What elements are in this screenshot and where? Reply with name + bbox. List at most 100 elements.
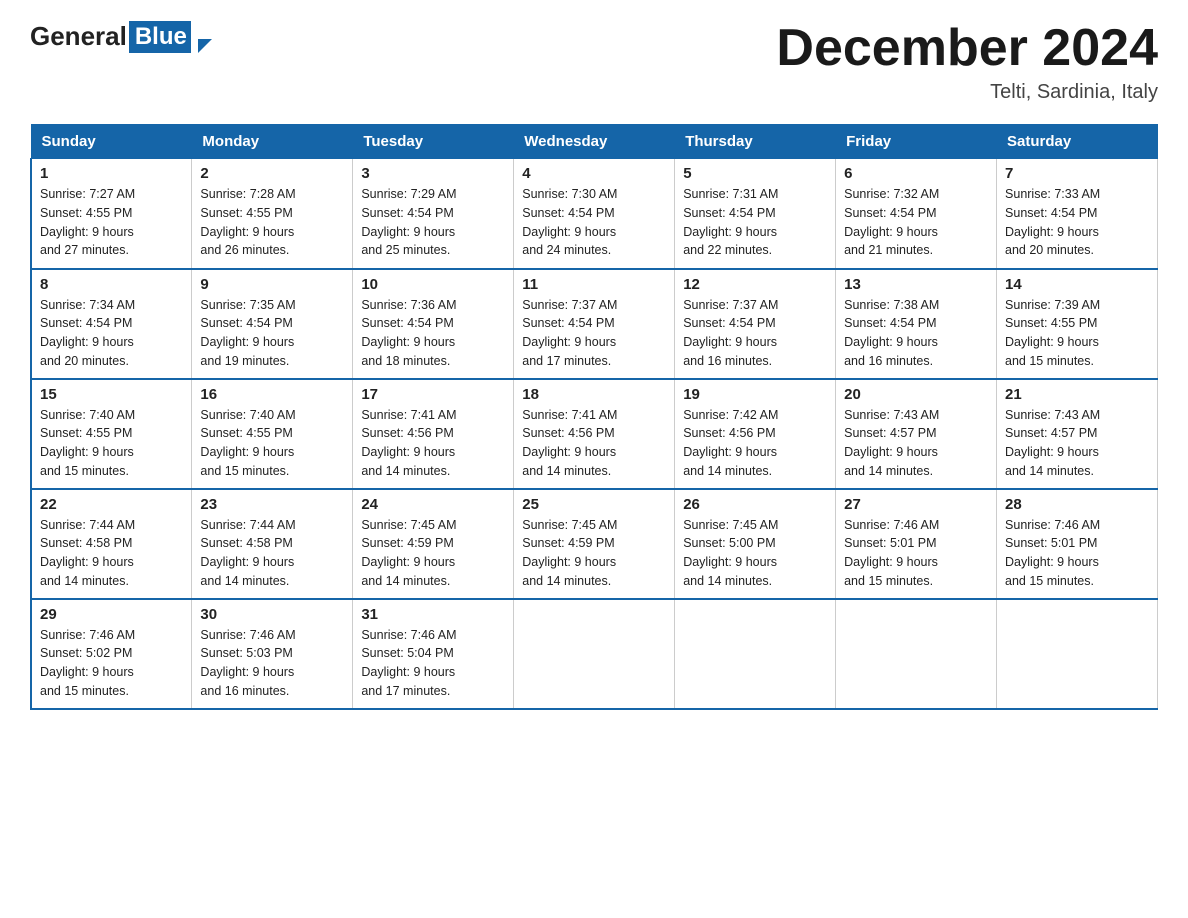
calendar-cell: 2 Sunrise: 7:28 AM Sunset: 4:55 PM Dayli… xyxy=(192,159,353,269)
day-info: Sunrise: 7:44 AM Sunset: 4:58 PM Dayligh… xyxy=(200,516,344,591)
day-number: 19 xyxy=(683,386,827,403)
calendar-cell xyxy=(514,599,675,709)
day-number: 21 xyxy=(1005,386,1149,403)
calendar-week-row: 15 Sunrise: 7:40 AM Sunset: 4:55 PM Dayl… xyxy=(31,379,1158,489)
calendar-cell: 24 Sunrise: 7:45 AM Sunset: 4:59 PM Dayl… xyxy=(353,489,514,599)
logo: General Blue xyxy=(30,20,212,53)
logo-blue-text: Blue xyxy=(129,21,191,53)
day-info: Sunrise: 7:41 AM Sunset: 4:56 PM Dayligh… xyxy=(522,406,666,481)
calendar-cell: 5 Sunrise: 7:31 AM Sunset: 4:54 PM Dayli… xyxy=(675,159,836,269)
calendar-week-row: 29 Sunrise: 7:46 AM Sunset: 5:02 PM Dayl… xyxy=(31,599,1158,709)
day-info: Sunrise: 7:38 AM Sunset: 4:54 PM Dayligh… xyxy=(844,296,988,371)
day-info: Sunrise: 7:45 AM Sunset: 5:00 PM Dayligh… xyxy=(683,516,827,591)
calendar-cell: 22 Sunrise: 7:44 AM Sunset: 4:58 PM Dayl… xyxy=(31,489,192,599)
calendar-cell: 18 Sunrise: 7:41 AM Sunset: 4:56 PM Dayl… xyxy=(514,379,675,489)
day-info: Sunrise: 7:42 AM Sunset: 4:56 PM Dayligh… xyxy=(683,406,827,481)
day-number: 31 xyxy=(361,606,505,623)
day-number: 15 xyxy=(40,386,183,403)
day-number: 18 xyxy=(522,386,666,403)
day-info: Sunrise: 7:41 AM Sunset: 4:56 PM Dayligh… xyxy=(361,406,505,481)
day-info: Sunrise: 7:29 AM Sunset: 4:54 PM Dayligh… xyxy=(361,185,505,260)
calendar-cell: 17 Sunrise: 7:41 AM Sunset: 4:56 PM Dayl… xyxy=(353,379,514,489)
day-info: Sunrise: 7:44 AM Sunset: 4:58 PM Dayligh… xyxy=(40,516,183,591)
day-info: Sunrise: 7:34 AM Sunset: 4:54 PM Dayligh… xyxy=(40,296,183,371)
day-number: 5 xyxy=(683,165,827,182)
day-number: 8 xyxy=(40,276,183,293)
day-number: 30 xyxy=(200,606,344,623)
calendar-table: SundayMondayTuesdayWednesdayThursdayFrid… xyxy=(30,124,1158,710)
day-info: Sunrise: 7:33 AM Sunset: 4:54 PM Dayligh… xyxy=(1005,185,1149,260)
calendar-cell: 16 Sunrise: 7:40 AM Sunset: 4:55 PM Dayl… xyxy=(192,379,353,489)
header-thursday: Thursday xyxy=(675,125,836,159)
calendar-cell: 23 Sunrise: 7:44 AM Sunset: 4:58 PM Dayl… xyxy=(192,489,353,599)
calendar-cell: 28 Sunrise: 7:46 AM Sunset: 5:01 PM Dayl… xyxy=(997,489,1158,599)
day-number: 26 xyxy=(683,496,827,513)
day-number: 4 xyxy=(522,165,666,182)
day-number: 7 xyxy=(1005,165,1149,182)
day-info: Sunrise: 7:37 AM Sunset: 4:54 PM Dayligh… xyxy=(683,296,827,371)
calendar-cell: 3 Sunrise: 7:29 AM Sunset: 4:54 PM Dayli… xyxy=(353,159,514,269)
logo-triangle-icon xyxy=(198,39,212,53)
calendar-cell: 12 Sunrise: 7:37 AM Sunset: 4:54 PM Dayl… xyxy=(675,269,836,379)
day-number: 22 xyxy=(40,496,183,513)
day-number: 6 xyxy=(844,165,988,182)
day-info: Sunrise: 7:28 AM Sunset: 4:55 PM Dayligh… xyxy=(200,185,344,260)
day-number: 11 xyxy=(522,276,666,293)
day-number: 10 xyxy=(361,276,505,293)
day-info: Sunrise: 7:46 AM Sunset: 5:01 PM Dayligh… xyxy=(1005,516,1149,591)
calendar-cell: 7 Sunrise: 7:33 AM Sunset: 4:54 PM Dayli… xyxy=(997,159,1158,269)
day-info: Sunrise: 7:46 AM Sunset: 5:02 PM Dayligh… xyxy=(40,626,183,701)
day-info: Sunrise: 7:37 AM Sunset: 4:54 PM Dayligh… xyxy=(522,296,666,371)
day-number: 3 xyxy=(361,165,505,182)
calendar-cell xyxy=(836,599,997,709)
calendar-cell: 4 Sunrise: 7:30 AM Sunset: 4:54 PM Dayli… xyxy=(514,159,675,269)
day-info: Sunrise: 7:46 AM Sunset: 5:04 PM Dayligh… xyxy=(361,626,505,701)
calendar-cell: 1 Sunrise: 7:27 AM Sunset: 4:55 PM Dayli… xyxy=(31,159,192,269)
day-info: Sunrise: 7:39 AM Sunset: 4:55 PM Dayligh… xyxy=(1005,296,1149,371)
day-info: Sunrise: 7:32 AM Sunset: 4:54 PM Dayligh… xyxy=(844,185,988,260)
calendar-cell: 15 Sunrise: 7:40 AM Sunset: 4:55 PM Dayl… xyxy=(31,379,192,489)
day-info: Sunrise: 7:31 AM Sunset: 4:54 PM Dayligh… xyxy=(683,185,827,260)
location-text: Telti, Sardinia, Italy xyxy=(776,81,1158,104)
calendar-cell: 20 Sunrise: 7:43 AM Sunset: 4:57 PM Dayl… xyxy=(836,379,997,489)
calendar-cell: 30 Sunrise: 7:46 AM Sunset: 5:03 PM Dayl… xyxy=(192,599,353,709)
day-info: Sunrise: 7:27 AM Sunset: 4:55 PM Dayligh… xyxy=(40,185,183,260)
header-friday: Friday xyxy=(836,125,997,159)
day-info: Sunrise: 7:30 AM Sunset: 4:54 PM Dayligh… xyxy=(522,185,666,260)
title-area: December 2024 Telti, Sardinia, Italy xyxy=(776,20,1158,104)
day-info: Sunrise: 7:35 AM Sunset: 4:54 PM Dayligh… xyxy=(200,296,344,371)
calendar-cell xyxy=(675,599,836,709)
calendar-week-row: 22 Sunrise: 7:44 AM Sunset: 4:58 PM Dayl… xyxy=(31,489,1158,599)
day-info: Sunrise: 7:46 AM Sunset: 5:03 PM Dayligh… xyxy=(200,626,344,701)
day-number: 27 xyxy=(844,496,988,513)
day-info: Sunrise: 7:40 AM Sunset: 4:55 PM Dayligh… xyxy=(40,406,183,481)
day-info: Sunrise: 7:46 AM Sunset: 5:01 PM Dayligh… xyxy=(844,516,988,591)
header-wednesday: Wednesday xyxy=(514,125,675,159)
calendar-cell: 11 Sunrise: 7:37 AM Sunset: 4:54 PM Dayl… xyxy=(514,269,675,379)
header-saturday: Saturday xyxy=(997,125,1158,159)
calendar-week-row: 1 Sunrise: 7:27 AM Sunset: 4:55 PM Dayli… xyxy=(31,159,1158,269)
header-monday: Monday xyxy=(192,125,353,159)
calendar-cell: 25 Sunrise: 7:45 AM Sunset: 4:59 PM Dayl… xyxy=(514,489,675,599)
calendar-cell: 27 Sunrise: 7:46 AM Sunset: 5:01 PM Dayl… xyxy=(836,489,997,599)
page-header: General Blue December 2024 Telti, Sardin… xyxy=(30,20,1158,104)
calendar-header-row: SundayMondayTuesdayWednesdayThursdayFrid… xyxy=(31,125,1158,159)
day-number: 24 xyxy=(361,496,505,513)
calendar-cell: 21 Sunrise: 7:43 AM Sunset: 4:57 PM Dayl… xyxy=(997,379,1158,489)
calendar-week-row: 8 Sunrise: 7:34 AM Sunset: 4:54 PM Dayli… xyxy=(31,269,1158,379)
day-info: Sunrise: 7:43 AM Sunset: 4:57 PM Dayligh… xyxy=(844,406,988,481)
calendar-cell xyxy=(997,599,1158,709)
day-number: 25 xyxy=(522,496,666,513)
header-sunday: Sunday xyxy=(31,125,192,159)
day-number: 28 xyxy=(1005,496,1149,513)
day-info: Sunrise: 7:45 AM Sunset: 4:59 PM Dayligh… xyxy=(361,516,505,591)
calendar-cell: 19 Sunrise: 7:42 AM Sunset: 4:56 PM Dayl… xyxy=(675,379,836,489)
calendar-cell: 26 Sunrise: 7:45 AM Sunset: 5:00 PM Dayl… xyxy=(675,489,836,599)
day-number: 13 xyxy=(844,276,988,293)
calendar-cell: 29 Sunrise: 7:46 AM Sunset: 5:02 PM Dayl… xyxy=(31,599,192,709)
day-info: Sunrise: 7:45 AM Sunset: 4:59 PM Dayligh… xyxy=(522,516,666,591)
day-number: 12 xyxy=(683,276,827,293)
calendar-cell: 31 Sunrise: 7:46 AM Sunset: 5:04 PM Dayl… xyxy=(353,599,514,709)
calendar-cell: 9 Sunrise: 7:35 AM Sunset: 4:54 PM Dayli… xyxy=(192,269,353,379)
calendar-cell: 8 Sunrise: 7:34 AM Sunset: 4:54 PM Dayli… xyxy=(31,269,192,379)
